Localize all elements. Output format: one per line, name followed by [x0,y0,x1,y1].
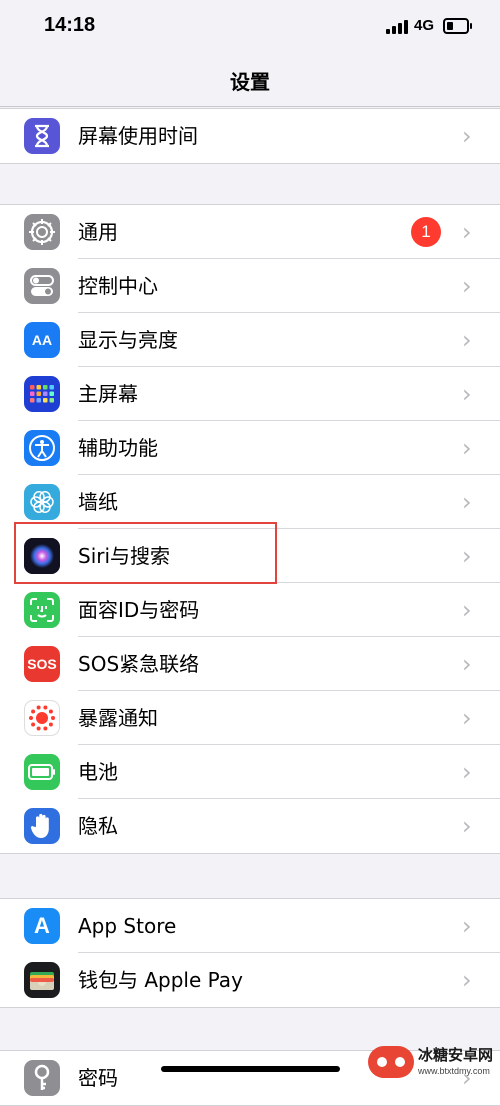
settings-row-label: 隐私 [78,814,118,838]
key-icon [24,1060,60,1096]
settings-row-exposure[interactable]: 暴露通知 › [0,691,500,745]
face-id-icon [24,592,60,628]
settings-row-label: 通用 [78,220,118,244]
chevron-right-icon: › [462,966,472,994]
chevron-right-icon: › [462,218,472,246]
settings-row-emergency-sos[interactable]: SOS SOS紧急联络 › [0,637,500,691]
home-indicator[interactable] [161,1066,340,1072]
settings-row-app-store[interactable]: A App Store › [0,899,500,953]
settings-row-label: 墙纸 [78,490,118,514]
exposure-icon [24,700,60,736]
network-type: 4G [414,17,435,34]
settings-row-label: 主屏幕 [78,382,138,406]
settings-row-label: 显示与亮度 [78,328,178,352]
chevron-right-icon: › [462,326,472,354]
icon-glyph: SOS [27,656,57,672]
chevron-right-icon: › [462,704,472,732]
settings-row-accessibility[interactable]: 辅助功能 › [0,421,500,475]
watermark: 冰糖安卓网 www.btxtdmy.com [366,1042,500,1082]
settings-row-label: SOS紧急联络 [78,652,200,676]
signal-icon [386,20,408,34]
app-store-icon: A [24,908,60,944]
accessibility-icon [24,430,60,466]
settings-row-home-screen[interactable]: 主屏幕 › [0,367,500,421]
highlight-box [14,522,277,584]
notification-badge: 1 [411,217,441,247]
sos-icon: SOS [24,646,60,682]
settings-row-wallet[interactable]: 钱包与 Apple Pay › [0,953,500,1007]
chevron-right-icon: › [462,758,472,786]
text-size-icon: AA [24,322,60,358]
app-grid-icon [24,376,60,412]
battery-status-icon [443,18,472,34]
settings-row-screen-time[interactable]: 屏幕使用时间 › [0,109,500,163]
chevron-right-icon: › [462,542,472,570]
icon-glyph: AA [31,332,53,348]
icon-glyph: A [34,913,50,938]
watermark-title: 冰糖安卓网 [418,1046,494,1064]
chevron-right-icon: › [462,272,472,300]
chevron-right-icon: › [462,596,472,624]
watermark-url: www.btxtdmy.com [418,1066,490,1076]
settings-row-label: App Store [78,914,177,938]
page-title: 设置 [230,70,270,94]
battery-icon [24,754,60,790]
settings-row-label: 辅助功能 [78,436,158,460]
chevron-right-icon: › [462,380,472,408]
settings-row-privacy[interactable]: 隐私 › [0,799,500,853]
chevron-right-icon: › [462,488,472,516]
status-time: 14:18 [44,14,96,36]
settings-row-label: 钱包与 Apple Pay [78,968,243,992]
settings-row-general[interactable]: 通用 1 › [0,205,500,259]
settings-row-display-brightness[interactable]: AA 显示与亮度 › [0,313,500,367]
settings-row-label: 控制中心 [78,274,158,298]
chevron-right-icon: › [462,912,472,940]
hand-icon [24,808,60,844]
settings-row-label: 屏幕使用时间 [78,124,198,148]
watermark-logo-icon [368,1046,414,1078]
status-bar: 14:18 4G [0,0,500,56]
settings-group: 屏幕使用时间 › [0,108,500,164]
settings-row-face-id[interactable]: 面容ID与密码 › [0,583,500,637]
hourglass-icon [24,118,60,154]
chevron-right-icon: › [462,434,472,462]
settings-row-battery[interactable]: 电池 › [0,745,500,799]
settings-row-wallpaper[interactable]: 墙纸 › [0,475,500,529]
wallet-icon [24,962,60,998]
settings-group: A App Store › 钱包与 Apple Pay › [0,898,500,1008]
chevron-right-icon: › [462,650,472,678]
settings-row-label: 暴露通知 [78,706,158,730]
chevron-right-icon: › [462,122,472,150]
settings-row-label: 电池 [78,760,118,784]
settings-row-label: 面容ID与密码 [78,598,200,622]
flower-icon [24,484,60,520]
settings-row-label: 密码 [78,1066,118,1090]
gear-icon [24,214,60,250]
nav-divider [0,106,500,107]
toggles-icon [24,268,60,304]
settings-row-control-center[interactable]: 控制中心 › [0,259,500,313]
chevron-right-icon: › [462,812,472,840]
